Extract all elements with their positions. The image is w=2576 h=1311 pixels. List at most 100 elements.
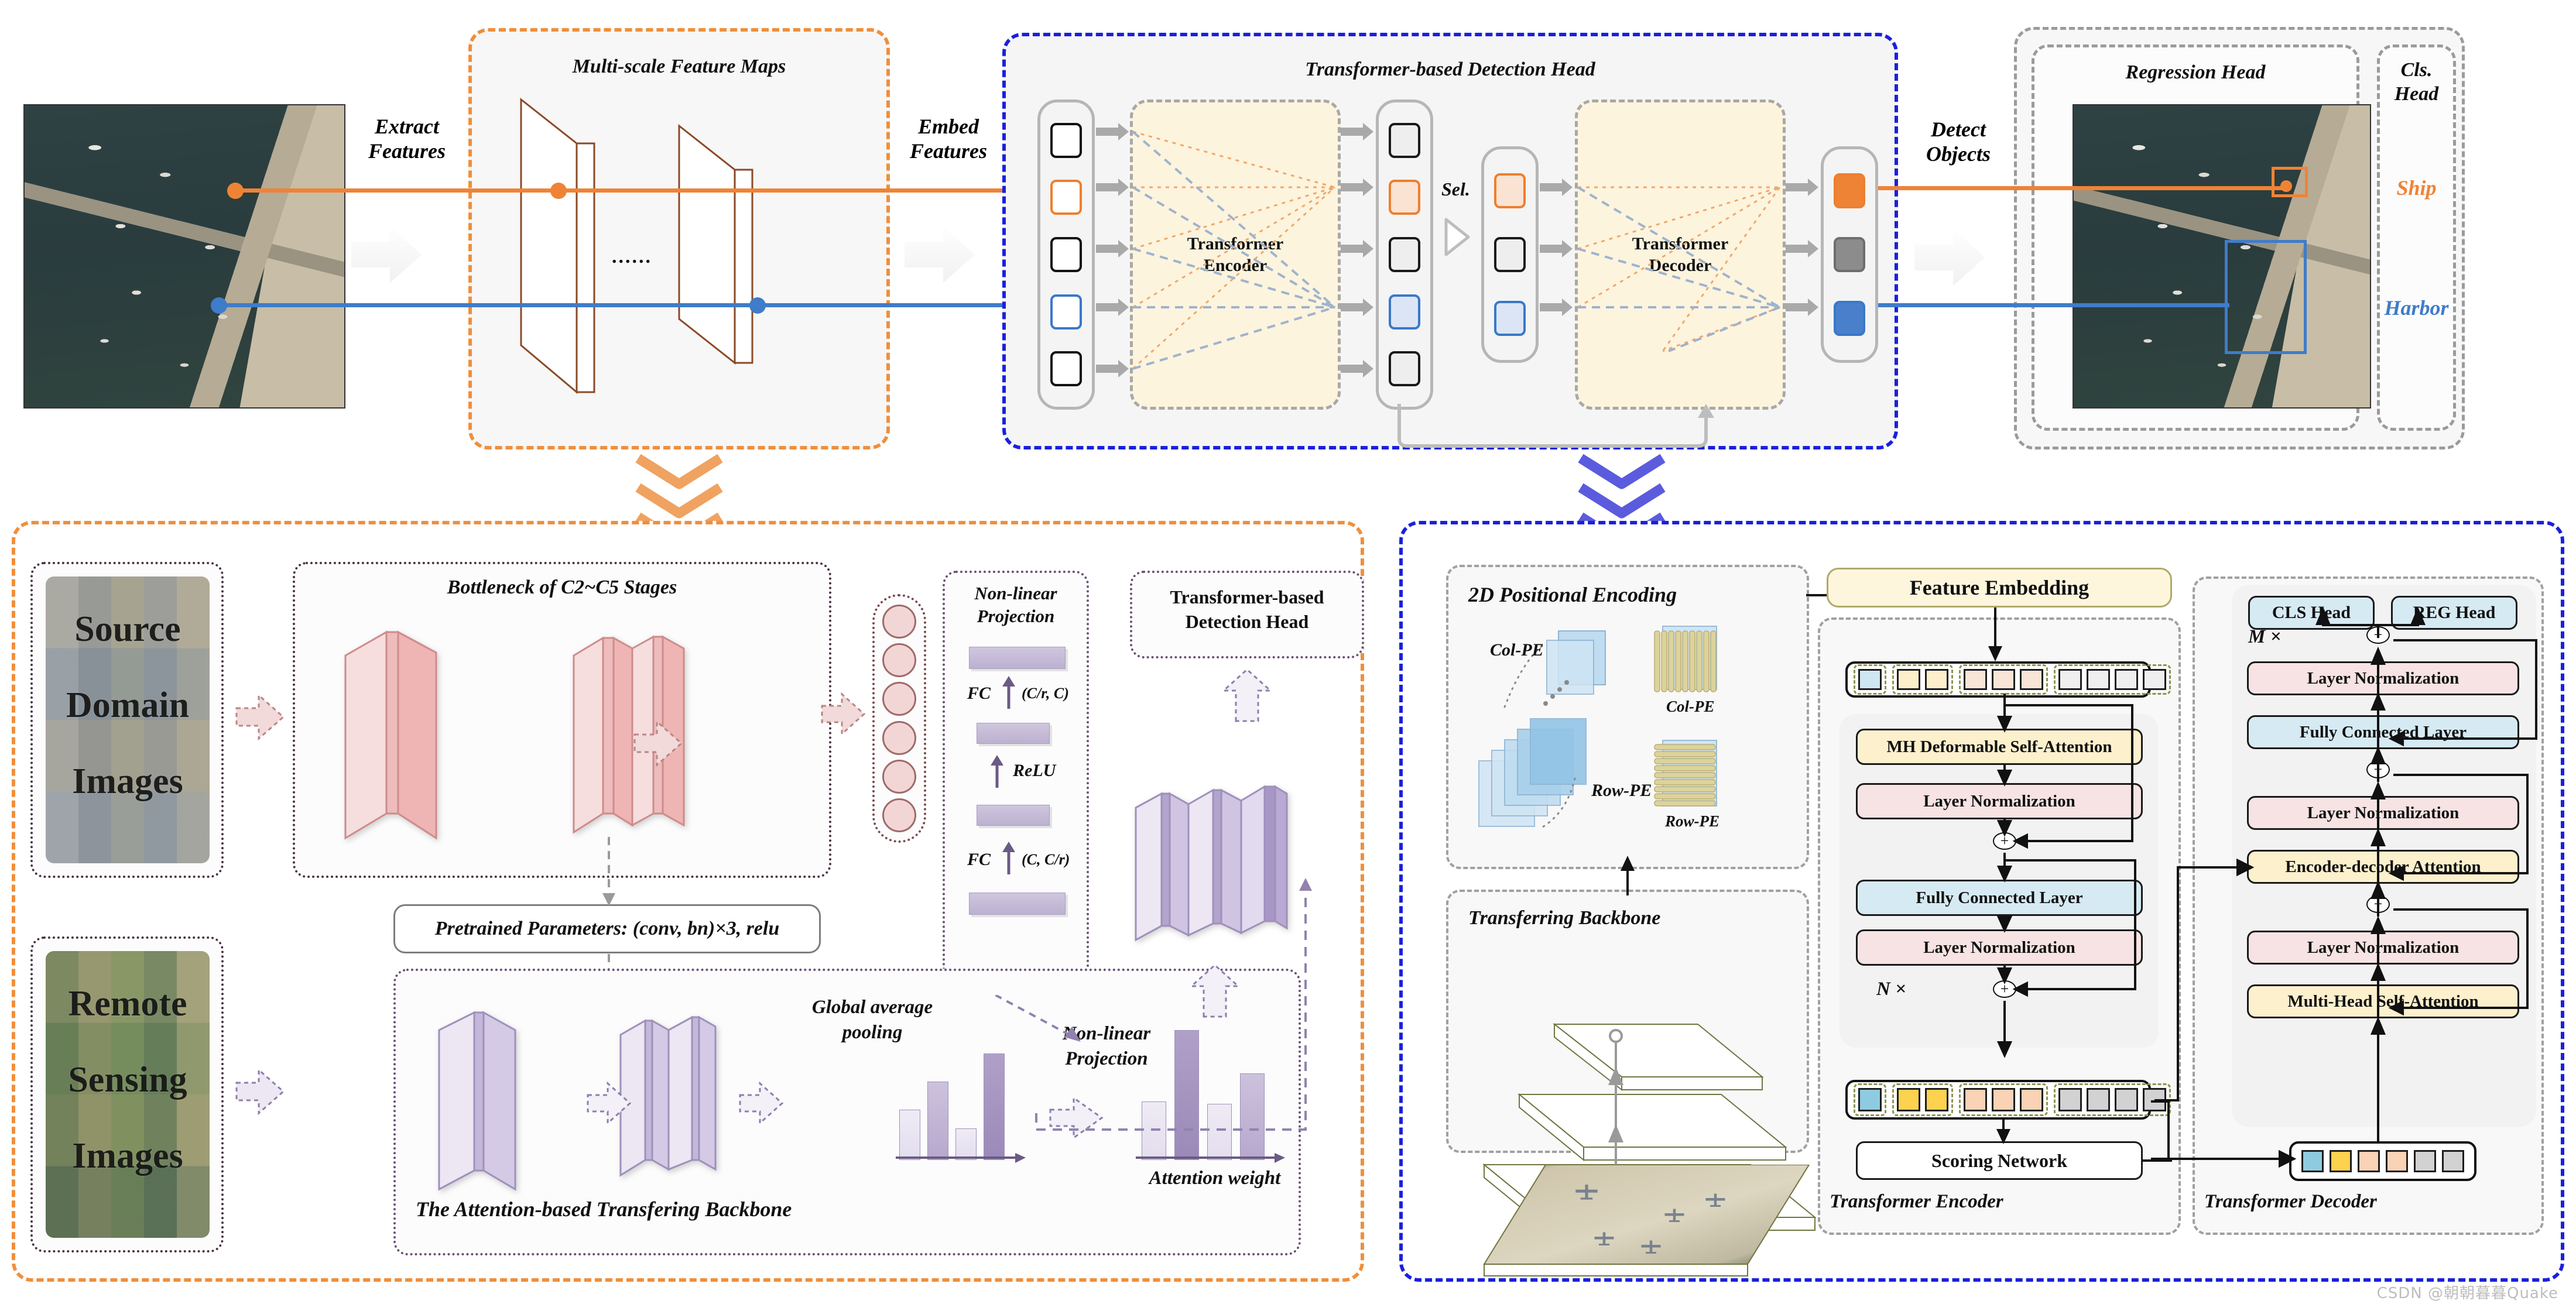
cls-head-title-line2: Head [2394,83,2439,105]
cls-label-ship: Ship [2396,176,2437,200]
token-out-group-blue [1854,1083,1886,1116]
np-bar-top [969,647,1066,669]
token-enc-in-g4 [2143,669,2166,690]
remote-sensing-line1: Remote [68,984,187,1024]
token-enc-out-y2 [1925,1088,1948,1111]
decoder-output-token-column [1821,146,1878,363]
feature-map-slabs [520,97,753,394]
svg-text:Row-PE: Row-PE [1664,812,1719,830]
ship-result-line [1878,186,2288,190]
sel-triangle-icon [1444,218,1470,256]
ship-anchor-dot-2 [550,183,567,199]
np-bar-mid [977,723,1050,744]
detection-head-ref-title: Transformer-based Detection Head [1130,585,1364,634]
dots-input-arrow [821,692,866,736]
feature-dot-6 [882,798,916,832]
token-query-gray [1494,236,1526,272]
embed-features-line2: Features [909,139,987,163]
watermark: CSDN @朝朝暮暮Quake [2376,1285,2558,1302]
token-out-ship [1834,173,1865,208]
detect-objects-line2: Objects [1926,142,1991,166]
token-query-ship [1494,173,1526,208]
flow-arrow-extract [351,226,422,283]
token-enc-in-y1 [1897,669,1920,690]
svg-text:Col-PE: Col-PE [1490,640,1544,660]
relu-arrow [991,755,1003,788]
flow-arrow-embed [905,226,975,283]
svg-text:Row-PE: Row-PE [1591,781,1652,800]
fc-top-dims: (C/r, C) [1022,685,1069,702]
gap-axis [896,1153,1026,1163]
encoder-output-arrows [1341,123,1373,377]
detect-objects-label: Detect Objects [1900,117,2017,166]
remote-sensing-image-mosaic: Remote Sensing Images [46,951,210,1238]
harbor-flow-line [217,303,1007,307]
transformer-decoder-caption: Transformer Decoder [2204,1191,2377,1212]
token-enc-out-3 [1389,236,1420,272]
np-bar-mid2 [977,805,1050,826]
sel-label: Sel. [1441,179,1470,200]
source-domain-image-mosaic: Source Domain Images [46,576,210,863]
encoder-output-token-strip [1845,1080,2171,1120]
source-flow-arrow [235,693,285,741]
cls-head-title: Cls. Head [2377,59,2456,107]
backbone-to-pe-arrow [1621,856,1635,895]
remote-flow-arrow [235,1068,285,1116]
scoring-network-to-decoder-tap [2143,1159,2172,1162]
encoder-input-token-column [1037,99,1095,410]
token-out-group-peach [1959,1083,2048,1116]
harbor-anchor-dot-1 [211,297,227,314]
remote-sensing-line2: Sensing [68,1060,187,1100]
token-enc-in-blue [1858,669,1882,690]
encoder-internal-wires [1996,694,2136,1058]
token-input-1 [1050,122,1082,158]
bottleneck-title: Bottleneck of C2~C5 Stages [447,576,677,598]
attention-weight-label: Attention weight [1149,1168,1281,1189]
feature-dot-2 [882,643,916,678]
ship-anchor-dot-1 [227,183,244,199]
nonlinear-projection-link [995,995,1081,1042]
fc-top-label: FC [967,684,991,703]
detect-objects-line1: Detect [1931,118,1986,141]
encoder-to-decoder-wires [2151,858,2297,1168]
decoder-query-token-column [1481,146,1539,363]
extract-features-label: Extract Features [340,114,474,163]
token-group-yellow [1892,664,1953,695]
gap-bar-2 [927,1082,948,1160]
fc-bottom-dims: (C, C/r) [1022,851,1070,868]
flow-arrow-detect [1914,229,1985,286]
feature-dot-5 [882,759,916,794]
token-enc-in-p2 [1992,669,2015,690]
token-input-5 [1050,351,1082,387]
remote-sensing-line3: Images [72,1136,183,1176]
gap-bar-4 [984,1053,1005,1160]
token-enc-out-5 [1389,351,1420,387]
input-satellite-image [23,104,345,409]
token-query-harbor [1494,301,1526,337]
scoring-network-box: Scoring Network [1856,1141,2143,1180]
regression-head-title: Regression Head [2125,61,2266,83]
source-domain-line1: Source [74,609,181,649]
ship-result-dot [2280,180,2292,192]
cls-head-title-line1: Cls. [2400,59,2433,81]
token-out-gray [1834,236,1865,272]
msfm-ellipsis: ...... [612,246,652,267]
embed-features-label: Embed Features [890,114,1007,163]
transferring-backbone-image-slab [1483,1165,1810,1276]
ship-flow-line [234,188,1007,193]
encoder-input-arrows [1096,123,1129,377]
svg-text:Col-PE: Col-PE [1666,698,1715,715]
detection-head-ref-line2: Detection Head [1185,610,1309,632]
backbone-arrow-1 [587,1081,632,1125]
token-enc-in-g2 [2087,669,2110,690]
token-enc-in-p3 [2020,669,2043,690]
token-input-ship [1050,180,1082,215]
token-enc-out-p2 [1992,1088,2015,1111]
token-enc-out-y1 [1897,1088,1920,1111]
nonlinear-projection-title: Non-linear Projection [943,582,1089,628]
token-input-3 [1050,236,1082,272]
positional-encoding-title: 2D Positional Encoding [1468,583,1677,606]
encoder-output-token-column [1376,99,1433,410]
decoder-output-arrows [1786,179,1818,316]
cls-label-harbor: Harbor [2384,296,2449,320]
